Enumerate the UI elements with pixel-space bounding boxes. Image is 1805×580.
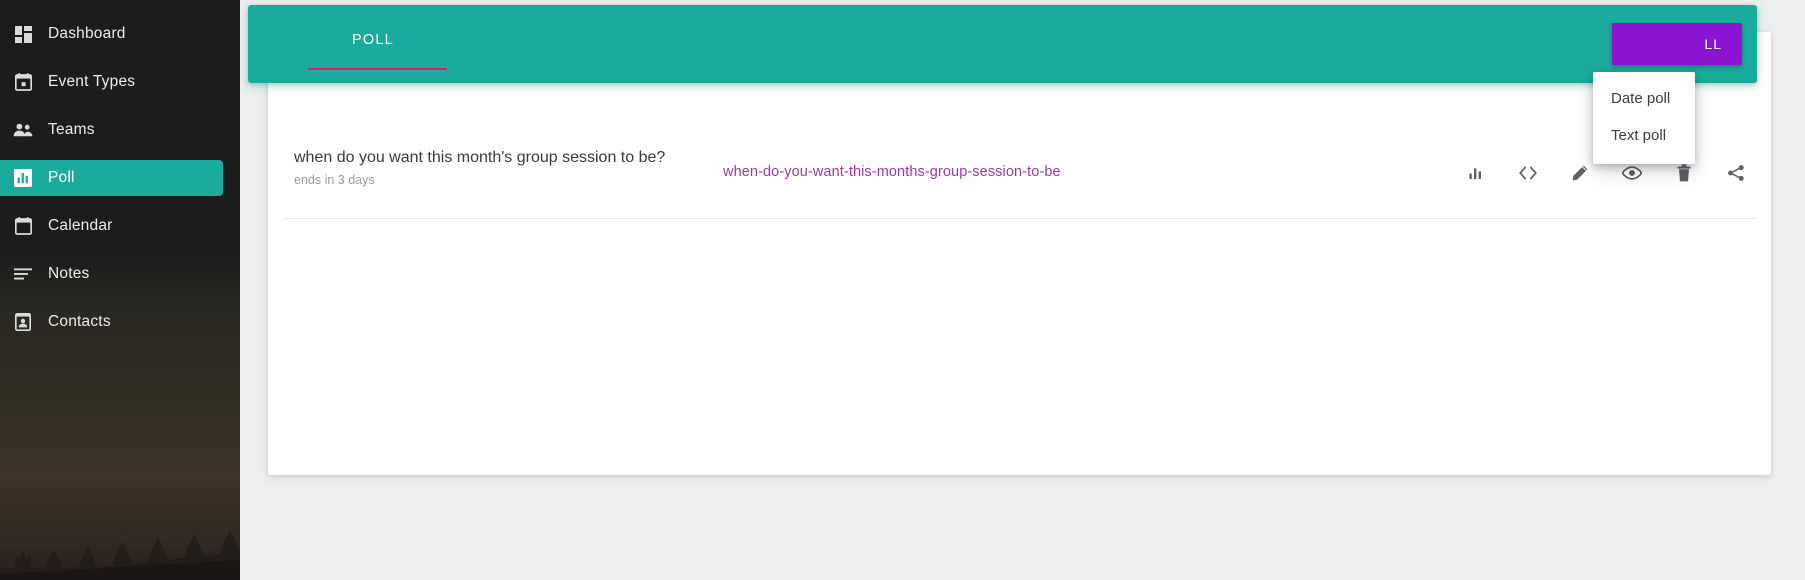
share-icon[interactable] [1723,160,1749,186]
sidebar-item-label: Dashboard [48,25,126,42]
dashboard-grid-icon [10,21,36,47]
event-calendar-icon [10,69,36,95]
poll-expiry-text: ends in 3 days [294,173,375,187]
sidebar: Dashboard Event Types Teams Poll Calenda… [0,0,240,580]
tab-poll-label: POLL [352,32,394,48]
poll-slug-link[interactable]: when-do-you-want-this-months-group-sessi… [723,164,1061,180]
tab-active-indicator [308,67,447,70]
dropdown-item-text-poll[interactable]: Text poll [1593,117,1695,154]
sidebar-item-teams[interactable]: Teams [0,112,223,148]
people-icon [10,117,36,143]
sidebar-item-dashboard[interactable]: Dashboard [0,16,223,52]
sidebar-item-poll[interactable]: Poll [0,160,223,196]
app-root: Dashboard Event Types Teams Poll Calenda… [0,0,1805,580]
create-poll-button[interactable]: LL [1612,23,1742,65]
sidebar-item-label: Poll [48,169,75,186]
create-poll-dropdown-menu: Date poll Text poll [1593,72,1695,164]
poll-header-bar: POLL LL [248,5,1757,83]
sidebar-item-label: Event Types [48,73,136,90]
sidebar-item-label: Contacts [48,313,111,330]
sidebar-item-label: Calendar [48,217,113,234]
dropdown-item-date-poll[interactable]: Date poll [1593,80,1695,117]
main-content: when do you want this month's group sess… [240,0,1805,580]
bar-chart-icon [10,165,36,191]
edit-pencil-icon[interactable] [1567,160,1593,186]
poll-list-card: when do you want this month's group sess… [268,32,1771,475]
sidebar-item-event-types[interactable]: Event Types [0,64,223,100]
tab-poll[interactable]: POLL [308,5,438,83]
poll-info: when do you want this month's group sess… [294,148,665,187]
calendar-icon [10,213,36,239]
sidebar-item-label: Teams [48,121,95,138]
row-divider [284,218,1755,219]
embed-code-icon[interactable] [1515,160,1541,186]
poll-title: when do you want this month's group sess… [294,149,666,166]
sidebar-item-contacts[interactable]: Contacts [0,304,223,340]
poll-list-item: when do you want this month's group sess… [268,130,1771,218]
sidebar-item-label: Notes [48,265,90,282]
stats-bar-chart-icon[interactable] [1463,160,1489,186]
contact-card-icon [10,309,36,335]
sidebar-item-calendar[interactable]: Calendar [0,208,223,244]
notes-lines-icon [10,261,36,287]
sidebar-item-notes[interactable]: Notes [0,256,223,292]
sidebar-nav: Dashboard Event Types Teams Poll Calenda… [0,0,240,340]
skyline-silhouette-icon [0,530,240,580]
